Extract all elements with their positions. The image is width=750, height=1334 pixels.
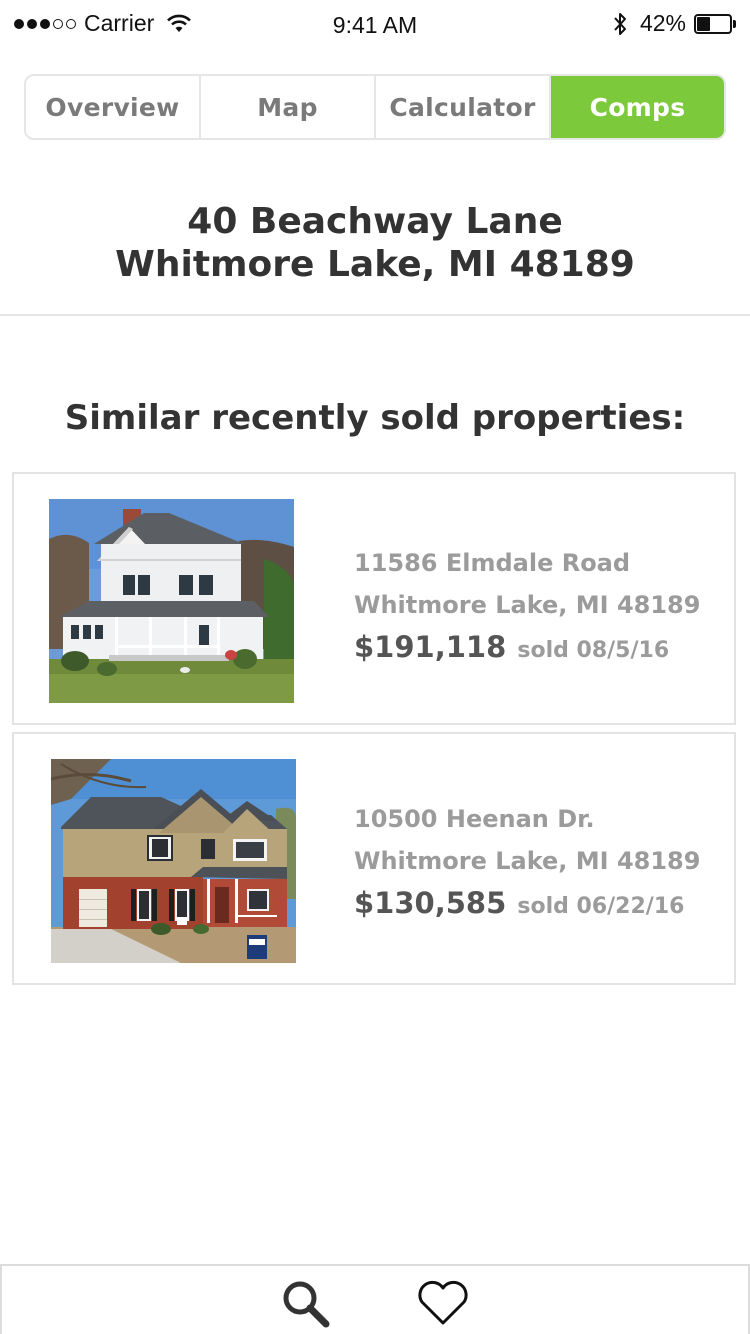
property-city: Whitmore Lake, MI 48189 xyxy=(115,244,635,285)
battery-percent: 42% xyxy=(639,10,686,36)
bluetooth-icon xyxy=(614,12,626,35)
tab-map[interactable]: Map xyxy=(201,76,376,138)
comp-sold-date: sold 06/22/16 xyxy=(517,894,685,919)
comp-price: $191,118 xyxy=(354,630,507,664)
comp-street: 10500 Heenan Dr. xyxy=(354,805,595,833)
brick-two-story-house-photo[interactable] xyxy=(51,759,296,963)
property-address: 40 Beachway Lane Whitmore Lake, MI 48189 xyxy=(0,200,750,286)
heart-icon[interactable] xyxy=(416,1280,470,1326)
property-street: 40 Beachway Lane xyxy=(187,201,563,242)
comp-sold-date: sold 08/5/16 xyxy=(517,638,670,663)
comp-price: $130,585 xyxy=(354,886,507,920)
tab-overview[interactable]: Overview xyxy=(26,76,201,138)
white-farmhouse-photo[interactable] xyxy=(49,499,294,703)
tab-comps[interactable]: Comps xyxy=(551,76,724,138)
comp-price-line: $191,118 sold 08/5/16 xyxy=(354,626,700,668)
tab-calculator[interactable]: Calculator xyxy=(376,76,551,138)
search-icon[interactable] xyxy=(280,1278,332,1328)
comp-street: 11586 Elmdale Road xyxy=(354,549,631,577)
comp-card[interactable]: 10500 Heenan Dr. Whitmore Lake, MI 48189… xyxy=(12,732,736,985)
segmented-tabs: Overview Map Calculator Comps xyxy=(24,74,726,140)
status-right: 42% xyxy=(612,10,736,37)
comp-info: 10500 Heenan Dr. Whitmore Lake, MI 48189… xyxy=(354,798,700,924)
comp-info: 11586 Elmdale Road Whitmore Lake, MI 481… xyxy=(354,542,700,668)
battery-icon xyxy=(694,13,736,34)
status-bar: Carrier 9:41 AM 42% xyxy=(0,0,750,50)
app-screen: Carrier 9:41 AM 42% Overview Map Calcula… xyxy=(0,0,750,1334)
comp-card[interactable]: 11586 Elmdale Road Whitmore Lake, MI 481… xyxy=(12,472,736,725)
comp-city: Whitmore Lake, MI 48189 xyxy=(354,847,701,875)
divider xyxy=(0,314,750,316)
comp-price-line: $130,585 sold 06/22/16 xyxy=(354,882,700,924)
comp-city: Whitmore Lake, MI 48189 xyxy=(354,591,701,619)
bottom-nav-bar xyxy=(0,1264,750,1334)
section-title: Similar recently sold properties: xyxy=(64,398,686,438)
